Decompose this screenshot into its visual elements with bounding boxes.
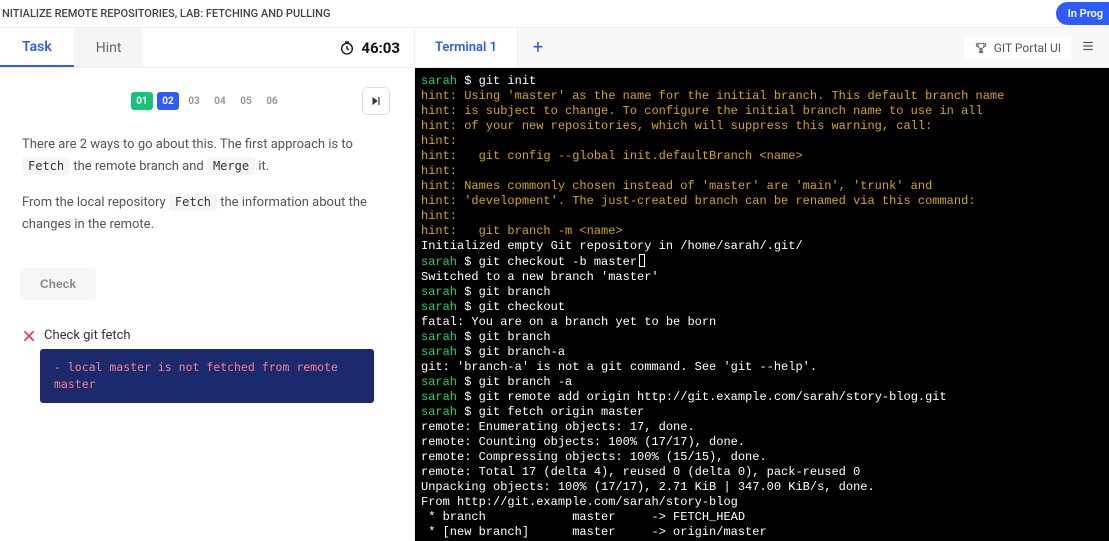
terminal-line: Switched to a new branch 'master': [421, 270, 1103, 285]
terminal-line: sarah $ git branch: [421, 285, 1103, 300]
terminal-line: remote: Compressing objects: 100% (15/15…: [421, 450, 1103, 465]
git-portal-button[interactable]: GIT Portal UI: [964, 37, 1071, 59]
terminal-line: hint:: [421, 134, 1103, 149]
step-chip-05[interactable]: 05: [235, 92, 257, 110]
terminal-line: * [new branch] master -> origin/master: [421, 525, 1103, 540]
terminal-line: hint: git config --global init.defaultBr…: [421, 149, 1103, 164]
terminal-line: sarah $ git branch-a: [421, 345, 1103, 360]
plus-icon: +: [533, 37, 543, 58]
tab-task[interactable]: Task: [0, 28, 74, 67]
terminal-tabs: Terminal 1 + GIT Portal UI: [415, 28, 1109, 68]
terminal-line: hint: Using 'master' as the name for the…: [421, 89, 1103, 104]
status-badge[interactable]: In Prog: [1056, 2, 1109, 25]
check-error-message: - local master is not fetched from remot…: [40, 349, 374, 402]
instruction-text: the remote branch and: [73, 159, 207, 174]
topbar: NITIALIZE REMOTE REPOSITORIES, LAB: FETC…: [0, 0, 1109, 28]
step-chip-02[interactable]: 02: [157, 92, 179, 110]
next-step-button[interactable]: [362, 87, 390, 115]
terminal-line: fatal: You are on a branch yet to be bor…: [421, 315, 1103, 330]
add-terminal-button[interactable]: +: [518, 28, 558, 67]
terminal-line: hint: git branch -m <name>: [421, 224, 1103, 239]
main-layout: Task Hint 46:03 010203040506 There are 2…: [0, 28, 1109, 541]
breadcrumb: NITIALIZE REMOTE REPOSITORIES, LAB: FETC…: [2, 7, 330, 20]
terminal-line: hint:: [421, 164, 1103, 179]
terminal-line: Initialized empty Git repository in /hom…: [421, 239, 1103, 254]
terminal-line: hint: Names commonly chosen instead of '…: [421, 179, 1103, 194]
error-x-icon: [22, 329, 36, 343]
terminal-line: hint: of your new repositories, which wi…: [421, 119, 1103, 134]
timer: 46:03: [339, 28, 414, 67]
menu-button[interactable]: [1077, 35, 1099, 60]
step-chip-03[interactable]: 03: [183, 92, 205, 110]
instruction-text: There are 2 ways to go about this. The f…: [22, 137, 353, 152]
step-chip-01[interactable]: 01: [131, 92, 153, 110]
next-icon: [369, 94, 383, 108]
terminal-line: git: 'branch-a' is not a git command. Se…: [421, 360, 1103, 375]
terminal-line: hint:: [421, 209, 1103, 224]
step-chip-06[interactable]: 06: [261, 92, 283, 110]
terminal-line: sarah $ git remote add origin http://git…: [421, 390, 1103, 405]
clock-icon: [339, 40, 355, 56]
task-tabs: Task Hint 46:03: [0, 28, 414, 68]
terminal-line: hint: is subject to change. To configure…: [421, 104, 1103, 119]
terminal-line: Unpacking objects: 100% (17/17), 2.71 Ki…: [421, 480, 1103, 495]
instruction-text: From the local repository: [22, 195, 169, 210]
portal-label: GIT Portal UI: [994, 41, 1061, 55]
task-instructions: There are 2 ways to go about this. The f…: [0, 124, 414, 260]
hamburger-icon: [1081, 39, 1095, 53]
terminal-cursor: [639, 254, 645, 267]
code-fetch-2: Fetch: [169, 193, 217, 211]
terminal-line: hint: 'development'. The just-created br…: [421, 194, 1103, 209]
trophy-icon: [974, 41, 988, 55]
right-actions: GIT Portal UI: [964, 28, 1109, 67]
terminal-line: sarah $ git checkout: [421, 300, 1103, 315]
instruction-text: it.: [258, 159, 269, 174]
terminal-line: remote: Total 17 (delta 4), reused 0 (de…: [421, 465, 1103, 480]
check-result-label: Check git fetch: [44, 328, 131, 343]
terminal-line: remote: Counting objects: 100% (17/17), …: [421, 435, 1103, 450]
code-merge: Merge: [207, 157, 255, 175]
terminal-panel: Terminal 1 + GIT Portal UI sarah $ git i…: [415, 28, 1109, 541]
task-panel: Task Hint 46:03 010203040506 There are 2…: [0, 28, 415, 541]
check-button[interactable]: Check: [20, 268, 96, 300]
tab-hint[interactable]: Hint: [74, 28, 144, 67]
step-chip-04[interactable]: 04: [209, 92, 231, 110]
terminal-line: sarah $ git branch: [421, 330, 1103, 345]
timer-value: 46:03: [361, 39, 400, 57]
code-fetch: Fetch: [22, 157, 70, 175]
terminal-line: sarah $ git init: [421, 74, 1103, 89]
terminal-line: * branch master -> FETCH_HEAD: [421, 510, 1103, 525]
terminal-line: From http://git.example.com/sarah/story-…: [421, 495, 1103, 510]
terminal-line: sarah $ git checkout -b master: [421, 254, 1103, 270]
terminal-line: remote: Enumerating objects: 17, done.: [421, 420, 1103, 435]
check-result-row: Check git fetch: [0, 308, 414, 349]
terminal-line: sarah $ git fetch origin master: [421, 405, 1103, 420]
steps-row: 010203040506: [0, 68, 414, 124]
terminal-line: sarah $ git branch -a: [421, 375, 1103, 390]
tab-terminal-1[interactable]: Terminal 1: [415, 28, 518, 67]
terminal-output[interactable]: sarah $ git inithint: Using 'master' as …: [415, 68, 1109, 541]
